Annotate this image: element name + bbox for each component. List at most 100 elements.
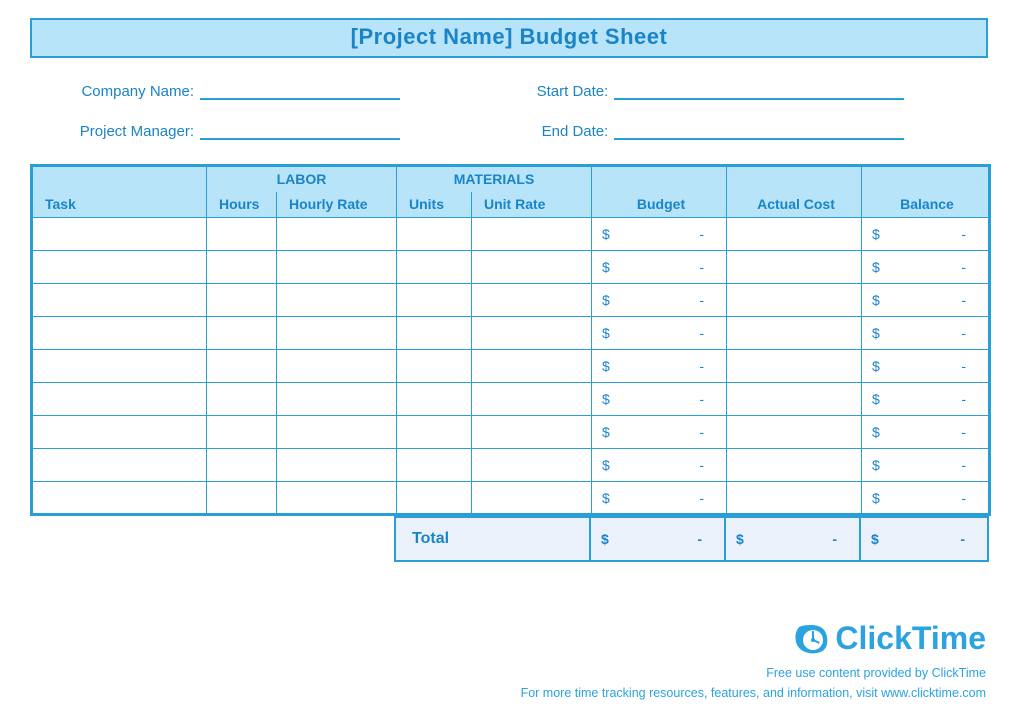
project-manager-label: Project Manager:	[30, 123, 200, 140]
cell[interactable]	[207, 383, 277, 416]
cell[interactable]	[207, 317, 277, 350]
cell[interactable]	[397, 482, 472, 515]
cell[interactable]	[207, 284, 277, 317]
cell[interactable]: $-	[862, 449, 990, 482]
start-date-input[interactable]	[614, 82, 904, 100]
total-actual: $-	[725, 517, 860, 561]
company-name-input[interactable]	[200, 82, 400, 100]
cell[interactable]	[32, 218, 207, 251]
cell[interactable]	[727, 383, 862, 416]
cell[interactable]	[277, 416, 397, 449]
cell[interactable]: $-	[862, 218, 990, 251]
cell[interactable]	[397, 449, 472, 482]
cell[interactable]: $-	[862, 482, 990, 515]
total-label: Total	[395, 517, 590, 561]
cell[interactable]	[727, 449, 862, 482]
cell[interactable]	[32, 383, 207, 416]
cell[interactable]	[727, 284, 862, 317]
end-date-label: End Date:	[514, 123, 614, 140]
footer: ClickTime Free use content provided by C…	[521, 620, 986, 700]
unit-rate-header: Unit Rate	[472, 192, 592, 218]
cell[interactable]	[727, 251, 862, 284]
cell[interactable]: $-	[862, 251, 990, 284]
cell[interactable]: $-	[592, 218, 727, 251]
cell[interactable]	[472, 251, 592, 284]
cell[interactable]	[727, 350, 862, 383]
hours-header: Hours	[207, 192, 277, 218]
cell[interactable]: $-	[592, 350, 727, 383]
cell[interactable]	[277, 218, 397, 251]
cell[interactable]	[727, 218, 862, 251]
cell[interactable]	[277, 350, 397, 383]
cell[interactable]: $-	[592, 416, 727, 449]
cell[interactable]	[32, 449, 207, 482]
cell[interactable]	[32, 317, 207, 350]
table-row: $- $-	[32, 482, 990, 515]
cell[interactable]: $-	[592, 482, 727, 515]
cell[interactable]	[472, 317, 592, 350]
table-row: $- $-	[32, 383, 990, 416]
cell[interactable]	[277, 251, 397, 284]
units-header: Units	[397, 192, 472, 218]
cell[interactable]	[397, 416, 472, 449]
project-manager-input[interactable]	[200, 122, 400, 140]
clock-icon	[793, 623, 829, 655]
cell[interactable]	[207, 251, 277, 284]
cell[interactable]: $-	[592, 251, 727, 284]
cell[interactable]: $-	[862, 284, 990, 317]
materials-header: MATERIALS	[397, 166, 592, 192]
cell[interactable]: $-	[862, 383, 990, 416]
end-date-input[interactable]	[614, 122, 904, 140]
cell[interactable]	[207, 449, 277, 482]
cell[interactable]	[277, 383, 397, 416]
cell[interactable]	[472, 218, 592, 251]
cell[interactable]	[397, 251, 472, 284]
cell[interactable]	[727, 416, 862, 449]
total-balance: $-	[860, 517, 988, 561]
cell[interactable]	[472, 350, 592, 383]
cell[interactable]: $-	[862, 416, 990, 449]
cell[interactable]	[32, 350, 207, 383]
cell[interactable]: $-	[592, 317, 727, 350]
cell[interactable]	[397, 284, 472, 317]
cell[interactable]: $-	[862, 317, 990, 350]
cell[interactable]: $-	[592, 383, 727, 416]
cell[interactable]	[472, 449, 592, 482]
cell[interactable]: $-	[592, 284, 727, 317]
balance-header: Balance	[862, 192, 990, 218]
cell[interactable]: $-	[592, 449, 727, 482]
labor-header: LABOR	[207, 166, 397, 192]
cell[interactable]	[472, 482, 592, 515]
page-title: [Project Name] Budget Sheet	[351, 24, 668, 49]
cell[interactable]	[277, 449, 397, 482]
table-row: $- $-	[32, 251, 990, 284]
cell[interactable]	[472, 284, 592, 317]
cell[interactable]	[32, 251, 207, 284]
cell[interactable]	[277, 482, 397, 515]
cell[interactable]	[727, 317, 862, 350]
cell[interactable]	[472, 383, 592, 416]
start-date-label: Start Date:	[514, 83, 614, 100]
table-row: $- $-	[32, 317, 990, 350]
totals-row: Total $- $- $-	[30, 516, 989, 562]
cell[interactable]	[207, 218, 277, 251]
cell[interactable]	[32, 482, 207, 515]
cell[interactable]	[277, 284, 397, 317]
cell[interactable]	[207, 416, 277, 449]
title-bar: [Project Name] Budget Sheet	[30, 18, 988, 58]
cell[interactable]	[397, 350, 472, 383]
table-row: $- $-	[32, 416, 990, 449]
cell[interactable]	[727, 482, 862, 515]
cell[interactable]	[32, 416, 207, 449]
cell[interactable]	[397, 317, 472, 350]
cell[interactable]	[207, 482, 277, 515]
cell[interactable]	[207, 350, 277, 383]
cell[interactable]	[397, 383, 472, 416]
table-row: $- $-	[32, 284, 990, 317]
brand-text: ClickTime	[835, 620, 986, 657]
cell[interactable]	[277, 317, 397, 350]
cell[interactable]	[472, 416, 592, 449]
cell[interactable]	[397, 218, 472, 251]
cell[interactable]: $-	[862, 350, 990, 383]
cell[interactable]	[32, 284, 207, 317]
